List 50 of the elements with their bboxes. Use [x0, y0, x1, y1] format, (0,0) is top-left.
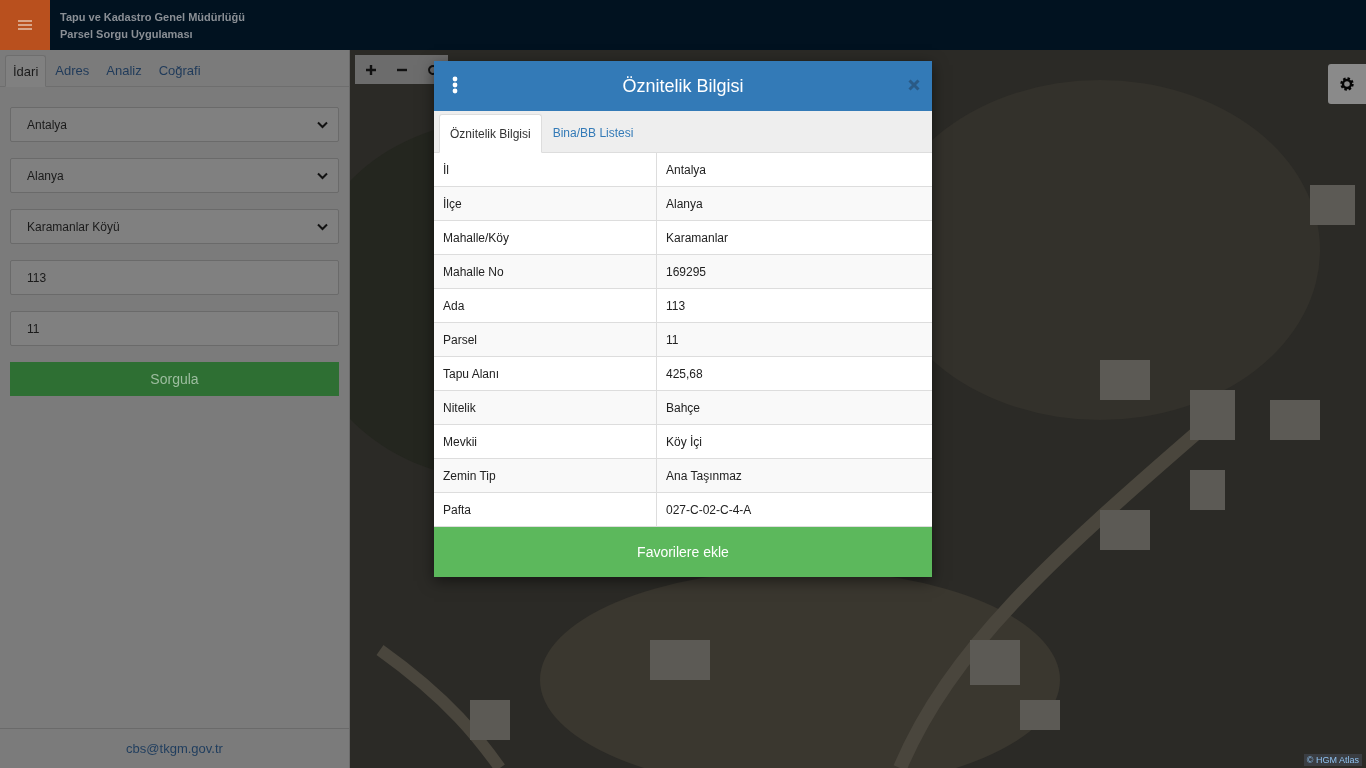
table-cell: Mevkii	[434, 425, 657, 458]
input-field[interactable]: 113	[10, 260, 339, 295]
table-cell-text: 169295	[665, 263, 708, 281]
query-button[interactable]: Sorgula	[10, 362, 339, 396]
table-cell: İlçe	[434, 187, 657, 220]
plus-icon	[364, 63, 377, 76]
app-title: Tapu ve Kadastro Genel Müdürlüğü	[60, 10, 245, 23]
table-cell: Pafta	[434, 493, 657, 526]
dialog-tab[interactable]: Öznitelik Bilgisi	[439, 114, 542, 153]
dialog-tab[interactable]: Bina/BB Listesi	[541, 114, 645, 152]
table-cell: Nitelik	[434, 391, 657, 424]
email-link[interactable]: cbs@tkgm.gov.tr	[126, 741, 223, 756]
chevron-down-icon	[317, 171, 328, 180]
table-cell-text: 113	[665, 297, 687, 315]
settings-button[interactable]	[1328, 64, 1366, 104]
chevron-down-icon	[317, 120, 328, 129]
dialog-title: Öznitelik Bilgisi	[622, 75, 744, 97]
map-attribution: © HGM Atlas	[1303, 754, 1362, 766]
table-cell-text: Bahçe	[665, 399, 702, 417]
table-cell-text: 027-C-02-C-4-A	[665, 501, 753, 519]
table-cell: Zemin Tip	[434, 459, 657, 492]
dropdown-field[interactable]: Karamanlar Köyü	[10, 209, 339, 244]
table-cell-text: Alanya	[665, 195, 704, 213]
more-icon	[452, 76, 458, 94]
sidebar-tab[interactable]: Coğrafi	[150, 55, 209, 86]
dropdown-field[interactable]: Alanya	[10, 158, 339, 193]
sidebar-tab[interactable]: Analiz	[98, 55, 150, 86]
close-icon	[908, 79, 920, 91]
table-cell: Tapu Alanı	[434, 357, 657, 390]
table-cell-text: Karamanlar	[665, 229, 730, 247]
input-field[interactable]: 11	[10, 311, 339, 346]
table-cell: Mahalle/Köy	[434, 221, 657, 254]
menu-button[interactable]	[0, 0, 50, 50]
dropdown-field[interactable]: Antalya	[10, 107, 339, 142]
chevron-down-icon	[317, 222, 328, 231]
menu-icon	[18, 19, 32, 31]
table-cell-text: 425,68	[665, 365, 704, 383]
sidebar-tab[interactable]: İdari	[5, 55, 47, 87]
app-subtitle: Parsel Sorgu Uygulaması	[60, 27, 194, 40]
table-cell-text: 11	[665, 331, 680, 349]
table-cell-text: Ana Taşınmaz	[665, 467, 743, 485]
sidebar-tab[interactable]: Adres	[47, 55, 98, 86]
table-cell: İl	[434, 153, 657, 186]
settings-icon	[1339, 76, 1355, 92]
add-favorite-button[interactable]: Favorilere ekle	[434, 527, 932, 577]
table-cell-text: Antalya	[665, 161, 708, 179]
table-cell: Mahalle No	[434, 255, 657, 288]
table-cell: Parsel	[434, 323, 657, 356]
table-cell: Ada	[434, 289, 657, 322]
table-cell-text: Köy İçi	[665, 433, 703, 451]
